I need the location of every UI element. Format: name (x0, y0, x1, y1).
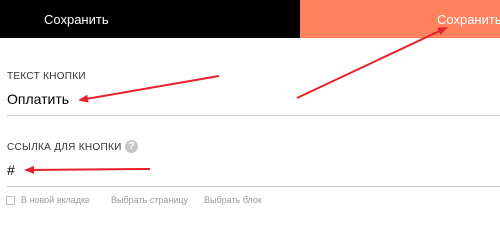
new-tab-label[interactable]: В новой вкладке (21, 195, 90, 205)
new-tab-checkbox[interactable] (6, 196, 15, 205)
choose-block-link[interactable]: Выбрать блок (204, 195, 262, 205)
choose-page-link[interactable]: Выбрать страницу (111, 195, 188, 205)
button-link-label: ССЫЛКА ДЛЯ КНОПКИ (7, 142, 122, 153)
button-link-input[interactable]: # (7, 162, 15, 178)
arrow-to-button-text (78, 75, 220, 103)
button-text-input[interactable]: Оплатить (7, 91, 69, 107)
top-toolbar: Сохранить Сохранить (0, 0, 500, 38)
save-button-dark[interactable]: Сохранить (0, 0, 300, 38)
help-icon[interactable]: ? (125, 140, 138, 153)
button-text-label: ТЕКСТ КНОПКИ (7, 71, 86, 82)
button-text-underline (7, 115, 500, 116)
save-button-accent[interactable]: Сохранить (300, 0, 500, 38)
arrow-to-save-button (296, 27, 448, 99)
save-button-accent-label: Сохранить (437, 11, 500, 27)
button-link-underline (7, 186, 500, 187)
arrow-to-button-link (24, 165, 151, 174)
save-button-dark-label: Сохранить (44, 11, 109, 27)
